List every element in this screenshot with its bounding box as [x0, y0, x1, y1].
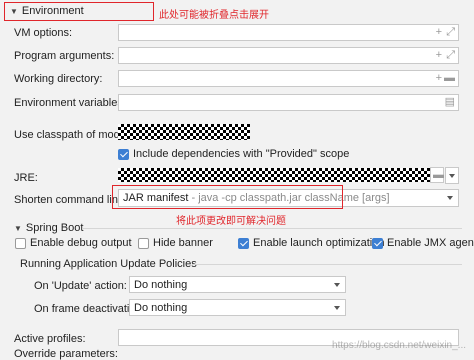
launch-optimization-label: Enable launch optimization [253, 237, 385, 249]
shorten-highlight-box [112, 185, 343, 209]
add-icon[interactable]: + [436, 26, 442, 39]
document-icon[interactable]: ▤ [445, 96, 455, 109]
program-arguments-label: Program arguments: [14, 50, 115, 62]
active-profiles-label: Active profiles: [14, 333, 86, 345]
vm-options-label: VM options: [14, 27, 73, 39]
environment-variables-field[interactable]: ▤ [118, 94, 459, 111]
shorten-annotation: 将此项更改即可解决问题 [176, 216, 286, 227]
collapse-triangle-icon: ▼ [14, 224, 22, 233]
chevron-down-icon [334, 306, 340, 310]
spring-boot-divider [82, 228, 462, 229]
on-update-label: On 'Update' action: [34, 280, 127, 292]
add-icon[interactable]: + [436, 72, 442, 85]
on-frame-deactivation-value: Do nothing [134, 302, 188, 314]
include-dependencies-label: Include dependencies with "Provided" sco… [133, 148, 350, 160]
collapse-triangle-icon: ▼ [10, 7, 18, 16]
expand-icon[interactable]: ⤢ [446, 26, 455, 39]
debug-output-label: Enable debug output [30, 237, 132, 249]
chevron-down-icon [449, 174, 455, 178]
working-directory-label: Working directory: [14, 73, 103, 85]
on-frame-deactivation-select[interactable]: Do nothing [129, 299, 346, 316]
jre-dropdown-button[interactable] [445, 167, 459, 184]
environment-variables-label: Environment variables: [14, 97, 126, 109]
vm-options-field[interactable]: + ⤢ [118, 24, 459, 41]
override-parameters-label: Override parameters: [14, 348, 118, 360]
jmx-agent-label: Enable JMX agent [387, 237, 474, 249]
watermark: https://blog.csdn.net/weixin_... [332, 340, 466, 351]
folder-icon: ▬ [433, 169, 444, 181]
chevron-down-icon [334, 283, 340, 287]
debug-output-checkbox[interactable] [15, 238, 26, 249]
working-directory-field[interactable]: + ▬ [118, 70, 459, 87]
jmx-agent-checkbox[interactable] [372, 238, 383, 249]
jre-label: JRE: [14, 172, 38, 184]
shorten-command-line-label: Shorten command line: [14, 194, 128, 206]
include-dependencies-checkbox[interactable] [118, 149, 129, 160]
spring-boot-title: Spring Boot [25, 222, 84, 234]
spring-boot-section-header[interactable]: ▼ Spring Boot [14, 222, 83, 234]
update-policies-title: Running Application Update Policies [20, 258, 197, 270]
jre-select-redacted[interactable] [118, 168, 430, 182]
hide-banner-checkbox[interactable] [138, 238, 149, 249]
on-update-select[interactable]: Do nothing [129, 276, 346, 293]
environment-title: Environment [21, 5, 84, 17]
expand-icon[interactable]: ⤢ [446, 49, 455, 62]
program-arguments-field[interactable]: + ⤢ [118, 47, 459, 64]
chevron-down-icon [447, 196, 453, 200]
add-icon[interactable]: + [436, 49, 442, 62]
module-select-redacted[interactable] [118, 124, 250, 140]
jre-folder-button[interactable]: ▬ [430, 167, 444, 183]
environment-section-header[interactable]: ▼ Environment [10, 5, 84, 17]
launch-optimization-checkbox[interactable] [238, 238, 249, 249]
hide-banner-label: Hide banner [153, 237, 213, 249]
update-policies-divider [192, 264, 462, 265]
on-update-value: Do nothing [134, 279, 188, 291]
environment-annotation: 此处可能被折叠点击展开 [159, 10, 269, 21]
folder-icon[interactable]: ▬ [444, 72, 455, 85]
